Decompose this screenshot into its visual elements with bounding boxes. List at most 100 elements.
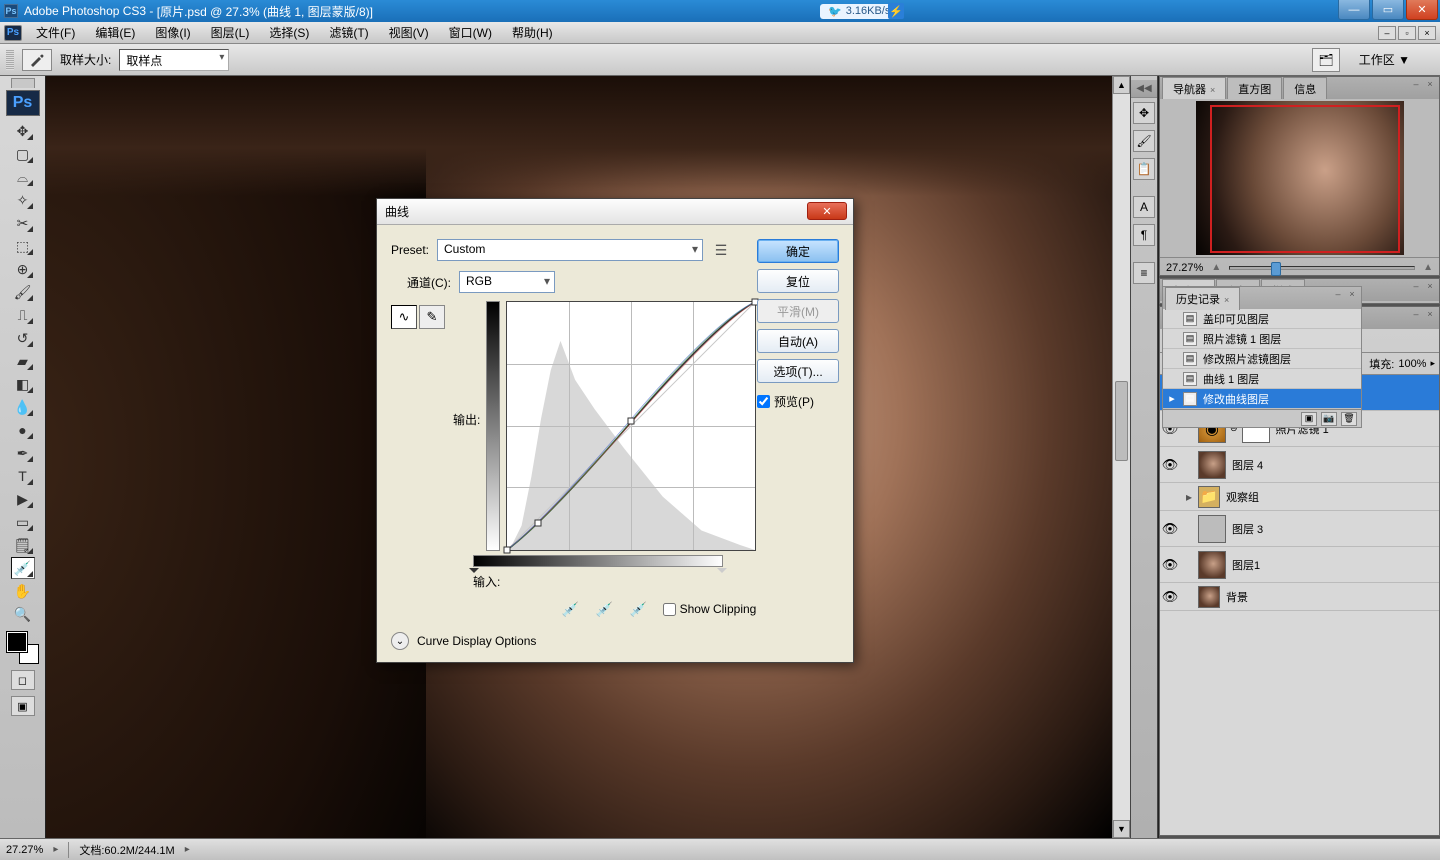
- layer-link-cell[interactable]: ▸: [1180, 490, 1198, 504]
- menu-image[interactable]: 图像(I): [145, 22, 200, 43]
- scroll-down-button[interactable]: ▼: [1113, 820, 1130, 838]
- layer-row[interactable]: 👁背景: [1160, 583, 1439, 611]
- navigator-zoom-value[interactable]: 27.27%: [1166, 262, 1203, 274]
- strip-btn-1[interactable]: ✥: [1133, 102, 1155, 124]
- history-step[interactable]: ▤照片滤镜 1 图层: [1163, 329, 1361, 349]
- optbar-grip[interactable]: [6, 50, 14, 70]
- wand-tool[interactable]: ✧: [11, 189, 35, 211]
- fill-input[interactable]: 100%: [1398, 358, 1426, 370]
- preset-menu-icon[interactable]: ☰: [711, 240, 731, 260]
- close-button[interactable]: ✕: [1406, 0, 1438, 20]
- zoom-in-icon[interactable]: ▲: [1423, 262, 1433, 273]
- panel-close-icon[interactable]: ×: [1423, 79, 1437, 91]
- notes-tool[interactable]: 🗒: [11, 534, 35, 556]
- gray-eyedropper-icon[interactable]: 💉: [595, 600, 615, 618]
- maximize-button[interactable]: ▭: [1372, 0, 1404, 20]
- layer-name[interactable]: 图层 3: [1232, 521, 1263, 537]
- history-new-doc-icon[interactable]: ▣: [1301, 412, 1317, 426]
- workspace-label[interactable]: 工作区 ▼: [1359, 51, 1410, 68]
- layer-name[interactable]: 背景: [1226, 589, 1248, 605]
- tab-navigator[interactable]: 导航器×: [1162, 77, 1226, 100]
- layer-thumb[interactable]: [1198, 586, 1220, 608]
- layer-row[interactable]: 👁 图层 4: [1160, 447, 1439, 483]
- strip-btn-4[interactable]: A: [1133, 196, 1155, 218]
- layer-row[interactable]: ▸📁观察组: [1160, 483, 1439, 511]
- shape-tool[interactable]: ▭: [11, 511, 35, 533]
- history-step[interactable]: ▤曲线 1 图层: [1163, 369, 1361, 389]
- brush-tool[interactable]: 🖌: [11, 281, 35, 303]
- white-eyedropper-icon[interactable]: 💉: [629, 600, 649, 618]
- scroll-thumb[interactable]: [1115, 381, 1128, 461]
- menu-filter[interactable]: 滤镜(T): [319, 22, 378, 43]
- history-step[interactable]: ▤修改照片滤镜图层: [1163, 349, 1361, 369]
- panel-close-icon[interactable]: ×: [1423, 281, 1437, 293]
- curve-mode-point[interactable]: ∿: [391, 305, 417, 329]
- preview-input[interactable]: [757, 395, 770, 408]
- menu-layer[interactable]: 图层(L): [201, 22, 260, 43]
- hand-tool[interactable]: ✋: [11, 580, 35, 602]
- show-clipping-checkbox[interactable]: Show Clipping: [663, 602, 757, 616]
- navigator-body[interactable]: [1160, 99, 1439, 257]
- history-brush-tool[interactable]: ↺: [11, 327, 35, 349]
- layer-row[interactable]: 👁图层1: [1160, 547, 1439, 583]
- foreground-color-swatch[interactable]: [7, 632, 27, 652]
- visibility-toggle[interactable]: 👁: [1160, 557, 1180, 573]
- gradient-tool[interactable]: ◧: [11, 373, 35, 395]
- sample-size-combo[interactable]: 取样点: [119, 49, 229, 71]
- quickmask-toggle[interactable]: ◻: [11, 670, 35, 690]
- zoom-tool[interactable]: 🔍: [11, 603, 35, 625]
- lasso-tool[interactable]: ⌓: [11, 166, 35, 188]
- bolt-icon[interactable]: ⚡: [888, 3, 904, 19]
- panel-close-icon[interactable]: ×: [1345, 289, 1359, 301]
- move-tool[interactable]: ✥: [11, 120, 35, 142]
- slice-tool[interactable]: ⬚: [11, 235, 35, 257]
- menubar-ps-icon[interactable]: Ps: [4, 25, 22, 41]
- preview-checkbox[interactable]: 预览(P): [757, 393, 839, 410]
- doc-restore-button[interactable]: ▫: [1398, 26, 1416, 40]
- menu-select[interactable]: 选择(S): [259, 22, 319, 43]
- ok-button[interactable]: 确定: [757, 239, 839, 263]
- panel-minimize-icon[interactable]: –: [1409, 79, 1423, 91]
- path-select-tool[interactable]: ▶: [11, 488, 35, 510]
- zoom-slider[interactable]: [1229, 266, 1415, 270]
- menu-edit[interactable]: 编辑(E): [85, 22, 145, 43]
- doc-close-button[interactable]: ×: [1418, 26, 1436, 40]
- panel-minimize-icon[interactable]: –: [1409, 281, 1423, 293]
- channel-dropdown[interactable]: RGB: [459, 271, 555, 293]
- blur-tool[interactable]: 💧: [11, 396, 35, 418]
- minimize-button[interactable]: —: [1338, 0, 1370, 20]
- layer-thumb[interactable]: [1198, 515, 1226, 543]
- visibility-toggle[interactable]: 👁: [1160, 457, 1180, 473]
- curve-point-shadow[interactable]: [504, 547, 511, 554]
- stamp-tool[interactable]: ⎍: [11, 304, 35, 326]
- strip-btn-2[interactable]: 🖌: [1133, 130, 1155, 152]
- status-docinfo[interactable]: 文档:60.2M/244.1M: [79, 842, 174, 858]
- menu-view[interactable]: 视图(V): [379, 22, 439, 43]
- black-point-slider[interactable]: [469, 568, 479, 578]
- type-tool[interactable]: T: [11, 465, 35, 487]
- status-docinfo-menu-icon[interactable]: ▸: [185, 844, 190, 855]
- panel-minimize-icon[interactable]: –: [1409, 309, 1423, 321]
- history-delete-icon[interactable]: 🗑: [1341, 412, 1357, 426]
- zoom-slider-knob[interactable]: [1271, 262, 1281, 276]
- options-button[interactable]: 选项(T)...: [757, 359, 839, 383]
- status-zoom[interactable]: 27.27%: [6, 844, 43, 856]
- strip-btn-6[interactable]: ≡: [1133, 262, 1155, 284]
- show-clipping-input[interactable]: [663, 603, 676, 616]
- heal-tool[interactable]: ⊕: [11, 258, 35, 280]
- layer-name[interactable]: 图层 4: [1232, 457, 1263, 473]
- menu-window[interactable]: 窗口(W): [439, 22, 502, 43]
- layer-thumb[interactable]: [1198, 451, 1226, 479]
- zoom-out-icon[interactable]: ▲: [1211, 262, 1221, 273]
- curve-point-1[interactable]: [535, 519, 542, 526]
- panel-minimize-icon[interactable]: –: [1331, 289, 1345, 301]
- history-snapshot-icon[interactable]: 📷: [1321, 412, 1337, 426]
- toolbox-grip[interactable]: [11, 78, 35, 88]
- history-step[interactable]: ▸▤修改曲线图层: [1163, 389, 1361, 409]
- panel-close-icon[interactable]: ×: [1423, 309, 1437, 321]
- black-eyedropper-icon[interactable]: 💉: [561, 600, 581, 618]
- menu-file[interactable]: 文件(F): [26, 22, 85, 43]
- strip-btn-3[interactable]: 📋: [1133, 158, 1155, 180]
- tab-histogram[interactable]: 直方图: [1227, 77, 1282, 100]
- eyedropper-tool[interactable]: 💉: [11, 557, 35, 579]
